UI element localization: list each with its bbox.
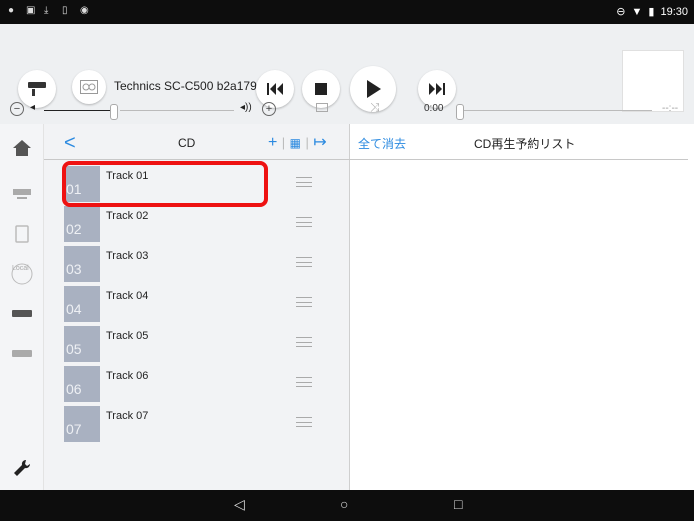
grid-view-icon[interactable]: ▦ <box>290 136 301 150</box>
volume-slider[interactable] <box>44 104 234 120</box>
dnd-icon: ⊖ <box>616 6 626 18</box>
wifi-icon: ▼ <box>631 5 643 18</box>
sim-icon: ▯ <box>62 5 68 16</box>
track-row[interactable]: 06 Track 06 <box>44 364 350 404</box>
nav-rail: Local <box>0 124 44 490</box>
track-title: Track 02 <box>106 210 149 222</box>
volume-down-button[interactable]: − <box>10 102 24 116</box>
queue-panel: 全て消去 CD再生予約リスト <box>350 124 694 490</box>
track-row[interactable]: 05 Track 05 <box>44 324 350 364</box>
track-number: 05 <box>66 341 82 357</box>
list-title: CD <box>178 136 196 150</box>
nav-tablet-button[interactable] <box>8 220 36 248</box>
add-all-icon[interactable]: + <box>268 134 277 151</box>
repeat-icon[interactable] <box>316 103 328 112</box>
drag-handle-icon[interactable] <box>296 417 312 427</box>
shuffle-icon[interactable]: ⤨ <box>370 100 380 115</box>
track-number: 03 <box>66 261 82 277</box>
track-title: Track 04 <box>106 290 149 302</box>
nav-local-button[interactable]: Local <box>8 260 36 288</box>
list-tools: + | ▦ | ↦ <box>268 134 327 151</box>
volume-slider-knob[interactable] <box>110 104 118 120</box>
queue-title: CD再生予約リスト <box>474 137 576 151</box>
clear-all-button[interactable]: 全て消去 <box>358 135 406 152</box>
drag-handle-icon[interactable] <box>296 217 312 227</box>
track-row[interactable]: 07 Track 07 <box>44 404 350 444</box>
network-player-icon <box>12 310 32 317</box>
list-header: < CD + | ▦ | ↦ <box>44 124 350 160</box>
status-bar: ● ▣ ⤓ ▯ ◉ ⊖ ▼ ▮ 19:30 <box>0 0 694 24</box>
drag-handle-icon[interactable] <box>296 297 312 307</box>
app-icon: ◉ <box>80 5 89 16</box>
device-name: Technics SC-C500 b2a179 <box>114 79 257 93</box>
source-icon <box>80 80 98 94</box>
track-title: Track 03 <box>106 250 149 262</box>
device-icon <box>12 350 32 357</box>
system-nav-bar: ◁ ○ □ <box>0 490 694 521</box>
home-nav-icon[interactable]: ○ <box>340 496 348 512</box>
image-icon: ▣ <box>26 5 36 16</box>
track-number: 01 <box>66 181 82 197</box>
queue-divider <box>350 159 688 160</box>
track-row[interactable]: 01 Track 01 <box>44 164 350 204</box>
track-list-panel: < CD + | ▦ | ↦ 01 Track 01 02 Track 02 03 Tra… <box>44 124 350 490</box>
track-title: Track 06 <box>106 370 149 382</box>
status-time: 19:30 <box>660 5 688 18</box>
progress-slider-knob[interactable] <box>456 104 464 120</box>
volume-high-icon: ◂)) <box>240 102 252 113</box>
volume-progress-row: − ◂ ◂)) + ⤨ 0:00 --:-- <box>0 94 694 124</box>
track-row[interactable]: 02 Track 02 <box>44 204 350 244</box>
track-title: Track 07 <box>106 410 149 422</box>
volume-low-icon: ◂ <box>30 102 36 113</box>
nav-local-label: Local <box>12 265 29 272</box>
track-number: 06 <box>66 381 82 397</box>
wrench-icon <box>14 459 31 476</box>
track-row[interactable]: 04 Track 04 <box>44 284 350 324</box>
progress-slider[interactable] <box>456 104 652 120</box>
drag-handle-icon[interactable] <box>296 257 312 267</box>
battery-icon: ▮ <box>648 6 655 18</box>
nav-other-device-button[interactable] <box>8 340 36 368</box>
back-nav-icon[interactable]: ◁ <box>234 496 245 513</box>
play-next-icon[interactable]: ↦ <box>313 134 326 151</box>
cd-player-icon <box>13 189 31 199</box>
nav-network-device-button[interactable] <box>8 300 36 328</box>
back-button[interactable]: < <box>64 132 76 155</box>
track-title: Track 05 <box>106 330 149 342</box>
home-icon <box>13 140 31 156</box>
track-number: 07 <box>66 421 82 437</box>
home-button[interactable] <box>8 134 36 162</box>
remaining-time: --:-- <box>662 103 679 114</box>
track-row[interactable]: 03 Track 03 <box>44 244 350 284</box>
elapsed-time: 0:00 <box>424 103 444 114</box>
track-title: Track 01 <box>106 170 149 182</box>
drag-handle-icon[interactable] <box>296 177 312 187</box>
track-number: 04 <box>66 301 82 317</box>
recents-nav-icon[interactable]: □ <box>454 496 462 512</box>
volume-up-button[interactable]: + <box>262 102 276 116</box>
settings-button[interactable] <box>8 454 36 482</box>
track-number: 02 <box>66 221 82 237</box>
nav-cd-button[interactable] <box>8 180 36 208</box>
drag-handle-icon[interactable] <box>296 337 312 347</box>
drag-handle-icon[interactable] <box>296 377 312 387</box>
download-icon: ⤓ <box>44 5 49 16</box>
tablet-icon <box>15 225 29 243</box>
vpn-icon: ● <box>8 5 15 16</box>
